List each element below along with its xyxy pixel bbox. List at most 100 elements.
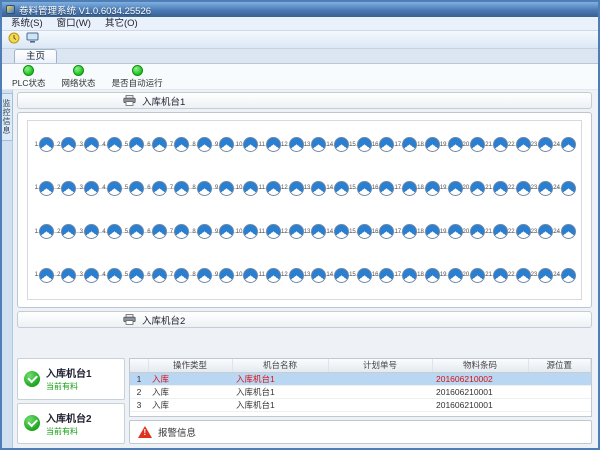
tab-home[interactable]: 主页 (14, 49, 57, 63)
gauge-slot: 23 (531, 181, 554, 196)
slot-number: 6 (147, 185, 150, 191)
table-row[interactable]: 2入库入库机台1201606210001 (130, 385, 591, 398)
gauge-slot: 6 (146, 224, 169, 239)
side-dock-tab[interactable]: 监控信息 (2, 93, 13, 141)
table-row[interactable]: 3入库入库机台1201606210001 (130, 398, 591, 411)
status-label: 网络状态 (62, 77, 96, 89)
reel-gauge-icon (289, 224, 304, 239)
gauge-slot: 11 (258, 137, 281, 152)
main-area: 监控信息 入库机台1 12345678910111213141516171819… (2, 90, 598, 448)
gauge-slot: 14 (326, 268, 349, 283)
reel-gauge-icon (357, 224, 372, 239)
slot-number: 6 (147, 272, 150, 278)
printer-icon[interactable] (123, 95, 136, 106)
gauge-slot: 1 (33, 268, 56, 283)
reel-gauge-icon (266, 224, 281, 239)
reel-gauge-icon (197, 268, 212, 283)
gauge-slot: 7 (168, 137, 191, 152)
menu-item[interactable]: 系统(S) (4, 17, 50, 30)
reel-gauge-icon (470, 268, 485, 283)
reel-gauge-icon (402, 268, 417, 283)
reel-gauge-icon (561, 137, 576, 152)
gauge-slot: 20 (463, 137, 486, 152)
slot-number: 22 (508, 272, 515, 278)
slot-number: 16 (372, 142, 379, 148)
gauge-slot: 5 (123, 268, 146, 283)
gauge-slot: 15 (349, 224, 372, 239)
gauge-slot: 18 (417, 268, 440, 283)
gauge-slot: 22 (508, 137, 531, 152)
slot-number: 5 (125, 142, 128, 148)
table-cell: 入库 (148, 372, 232, 385)
reel-gauge-icon (311, 268, 326, 283)
slot-number: 1 (35, 229, 38, 235)
clock-toolbar-button[interactable] (5, 32, 22, 48)
reel-gauge-icon (561, 224, 576, 239)
reel-gauge-icon (174, 181, 189, 196)
slot-number: 19 (440, 185, 447, 191)
table-header[interactable]: 源位置 (528, 359, 591, 372)
table-cell (528, 385, 591, 398)
tab-bar: 主页 (2, 49, 598, 64)
gauge-slot: 12 (281, 181, 304, 196)
table-header[interactable]: 机台名称 (232, 359, 328, 372)
gauge-slot: 19 (440, 268, 463, 283)
reel-gauge-icon (334, 181, 349, 196)
slot-number: 20 (463, 142, 470, 148)
gauge-slot: 12 (281, 224, 304, 239)
slot-number: 13 (304, 142, 311, 148)
gauge-slot: 15 (349, 268, 372, 283)
gauge-slot: 14 (326, 181, 349, 196)
printer-icon[interactable] (123, 314, 136, 325)
slot-number: 3 (80, 142, 83, 148)
slot-number: 12 (281, 142, 288, 148)
gauge-slot: 9 (213, 137, 236, 152)
gauge-slot: 24 (553, 181, 576, 196)
reel-gauge-icon (39, 181, 54, 196)
gauge-slot: 17 (394, 224, 417, 239)
gauge-slot: 24 (553, 137, 576, 152)
menu-item[interactable]: 其它(O) (98, 17, 145, 30)
slot-number: 18 (417, 185, 424, 191)
gauge-slot: 10 (236, 268, 259, 283)
gauge-slot: 19 (440, 181, 463, 196)
slot-number: 19 (440, 229, 447, 235)
reel-gauge-icon (289, 137, 304, 152)
machine1-section-title: 入库机台1 (142, 94, 185, 108)
gauge-grid: 1234567891011121314151617181920212223241… (27, 120, 582, 300)
monitor-icon (26, 32, 39, 47)
gauge-slot: 16 (372, 224, 395, 239)
gauge-slot: 4 (101, 224, 124, 239)
gauge-slot: 4 (101, 137, 124, 152)
gauge-slot: 5 (123, 181, 146, 196)
monitor-toolbar-button[interactable] (24, 32, 41, 48)
table-row[interactable]: 1入库入库机台1201606210002 (130, 372, 591, 385)
gauge-slot: 22 (508, 181, 531, 196)
app-window: 卷料管理系统 V1.0.6034.25526 系统(S)窗口(W)其它(O) 主… (0, 0, 600, 450)
gauge-slot: 10 (236, 137, 259, 152)
reel-gauge-icon (266, 181, 281, 196)
slot-number: 24 (553, 229, 560, 235)
status-indicator: 是否自动运行 (112, 65, 163, 89)
slot-number: 4 (102, 272, 105, 278)
gauge-slot: 16 (372, 137, 395, 152)
menu-item[interactable]: 窗口(W) (50, 17, 98, 30)
reel-gauge-icon (357, 268, 372, 283)
table-header[interactable]: 物料条码 (432, 359, 528, 372)
gauge-slot: 21 (485, 181, 508, 196)
machine2-section-header: 入库机台2 (17, 311, 592, 328)
slot-number: 10 (236, 229, 243, 235)
table-header[interactable]: 计划单号 (328, 359, 432, 372)
slot-number: 21 (485, 229, 492, 235)
reel-gauge-icon (107, 268, 122, 283)
reel-gauge-icon (448, 137, 463, 152)
table-header[interactable]: 操作类型 (148, 359, 232, 372)
slot-number: 22 (508, 185, 515, 191)
reel-gauge-icon (84, 181, 99, 196)
slot-number: 1 (35, 185, 38, 191)
slot-number: 3 (80, 185, 83, 191)
gauge-slot: 9 (213, 181, 236, 196)
reel-gauge-icon (61, 224, 76, 239)
slot-number: 16 (372, 272, 379, 278)
gauge-row: 123456789101112131415161718192021222324 (33, 176, 576, 200)
